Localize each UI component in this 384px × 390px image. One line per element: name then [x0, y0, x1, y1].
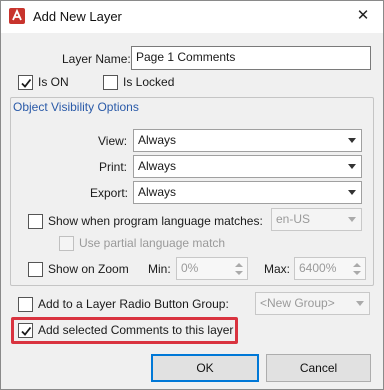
is-on-label: Is ON — [38, 75, 69, 89]
print-select[interactable]: Always — [133, 155, 362, 178]
zoom-max-stepper[interactable]: 6400% — [294, 257, 366, 280]
add-comments-label: Add selected Comments to this layer — [38, 323, 234, 337]
close-icon[interactable]: ✕ — [351, 5, 375, 27]
spin-down-icon[interactable] — [235, 271, 243, 275]
radio-group-select-value: <New Group> — [260, 296, 335, 310]
radio-group-select[interactable]: <New Group> — [255, 292, 370, 315]
layer-name-input[interactable]: Page 1 Comments — [131, 46, 371, 70]
print-select-value: Always — [138, 159, 177, 173]
spin-up-icon[interactable] — [353, 263, 361, 267]
partial-language-checkbox[interactable] — [59, 236, 74, 251]
chevron-down-icon — [348, 138, 356, 143]
is-locked-label: Is Locked — [123, 75, 175, 89]
zoom-min-stepper[interactable]: 0% — [176, 257, 248, 280]
is-on-checkbox[interactable] — [18, 75, 33, 90]
cancel-button[interactable]: Cancel — [266, 354, 371, 382]
zoom-min-label: Min: — [148, 262, 171, 276]
checkmark-icon — [21, 78, 32, 88]
export-select-value: Always — [138, 185, 177, 199]
checkmark-icon — [21, 326, 32, 336]
language-match-label: Show when program language matches: — [48, 214, 263, 228]
radio-group-checkbox[interactable] — [18, 297, 33, 312]
ok-button[interactable]: OK — [151, 354, 259, 382]
radio-group-label: Add to a Layer Radio Button Group: — [38, 297, 229, 311]
layer-name-label: Layer Name: — [62, 52, 131, 66]
view-select[interactable]: Always — [133, 129, 362, 152]
language-select[interactable]: en-US — [271, 208, 362, 231]
zoom-min-value: 0% — [181, 261, 199, 275]
title-bar: Add New Layer ✕ — [1, 1, 383, 33]
visibility-group-title: Object Visibility Options — [13, 100, 139, 114]
zoom-max-value: 6400% — [299, 261, 337, 275]
view-label: View: — [98, 134, 128, 148]
view-select-value: Always — [138, 133, 177, 147]
zoom-max-label: Max: — [264, 262, 291, 276]
app-logo-icon — [9, 8, 25, 24]
partial-language-label: Use partial language match — [79, 236, 226, 250]
add-new-layer-dialog: Add New Layer ✕ Layer Name: Page 1 Comme… — [0, 0, 384, 390]
show-on-zoom-checkbox[interactable] — [28, 262, 43, 277]
show-on-zoom-label: Show on Zoom — [48, 262, 129, 276]
export-select[interactable]: Always — [133, 181, 362, 204]
language-match-checkbox[interactable] — [28, 214, 43, 229]
chevron-down-icon — [348, 164, 356, 169]
chevron-down-icon — [348, 190, 356, 195]
language-select-value: en-US — [276, 212, 311, 226]
export-label: Export: — [90, 186, 129, 200]
add-comments-checkbox[interactable] — [18, 323, 33, 338]
window-title: Add New Layer — [33, 9, 122, 24]
spin-up-icon[interactable] — [235, 263, 243, 267]
is-locked-checkbox[interactable] — [103, 75, 118, 90]
chevron-down-icon — [348, 217, 356, 222]
chevron-down-icon — [356, 301, 364, 306]
print-label: Print: — [99, 160, 128, 174]
spin-down-icon[interactable] — [353, 271, 361, 275]
